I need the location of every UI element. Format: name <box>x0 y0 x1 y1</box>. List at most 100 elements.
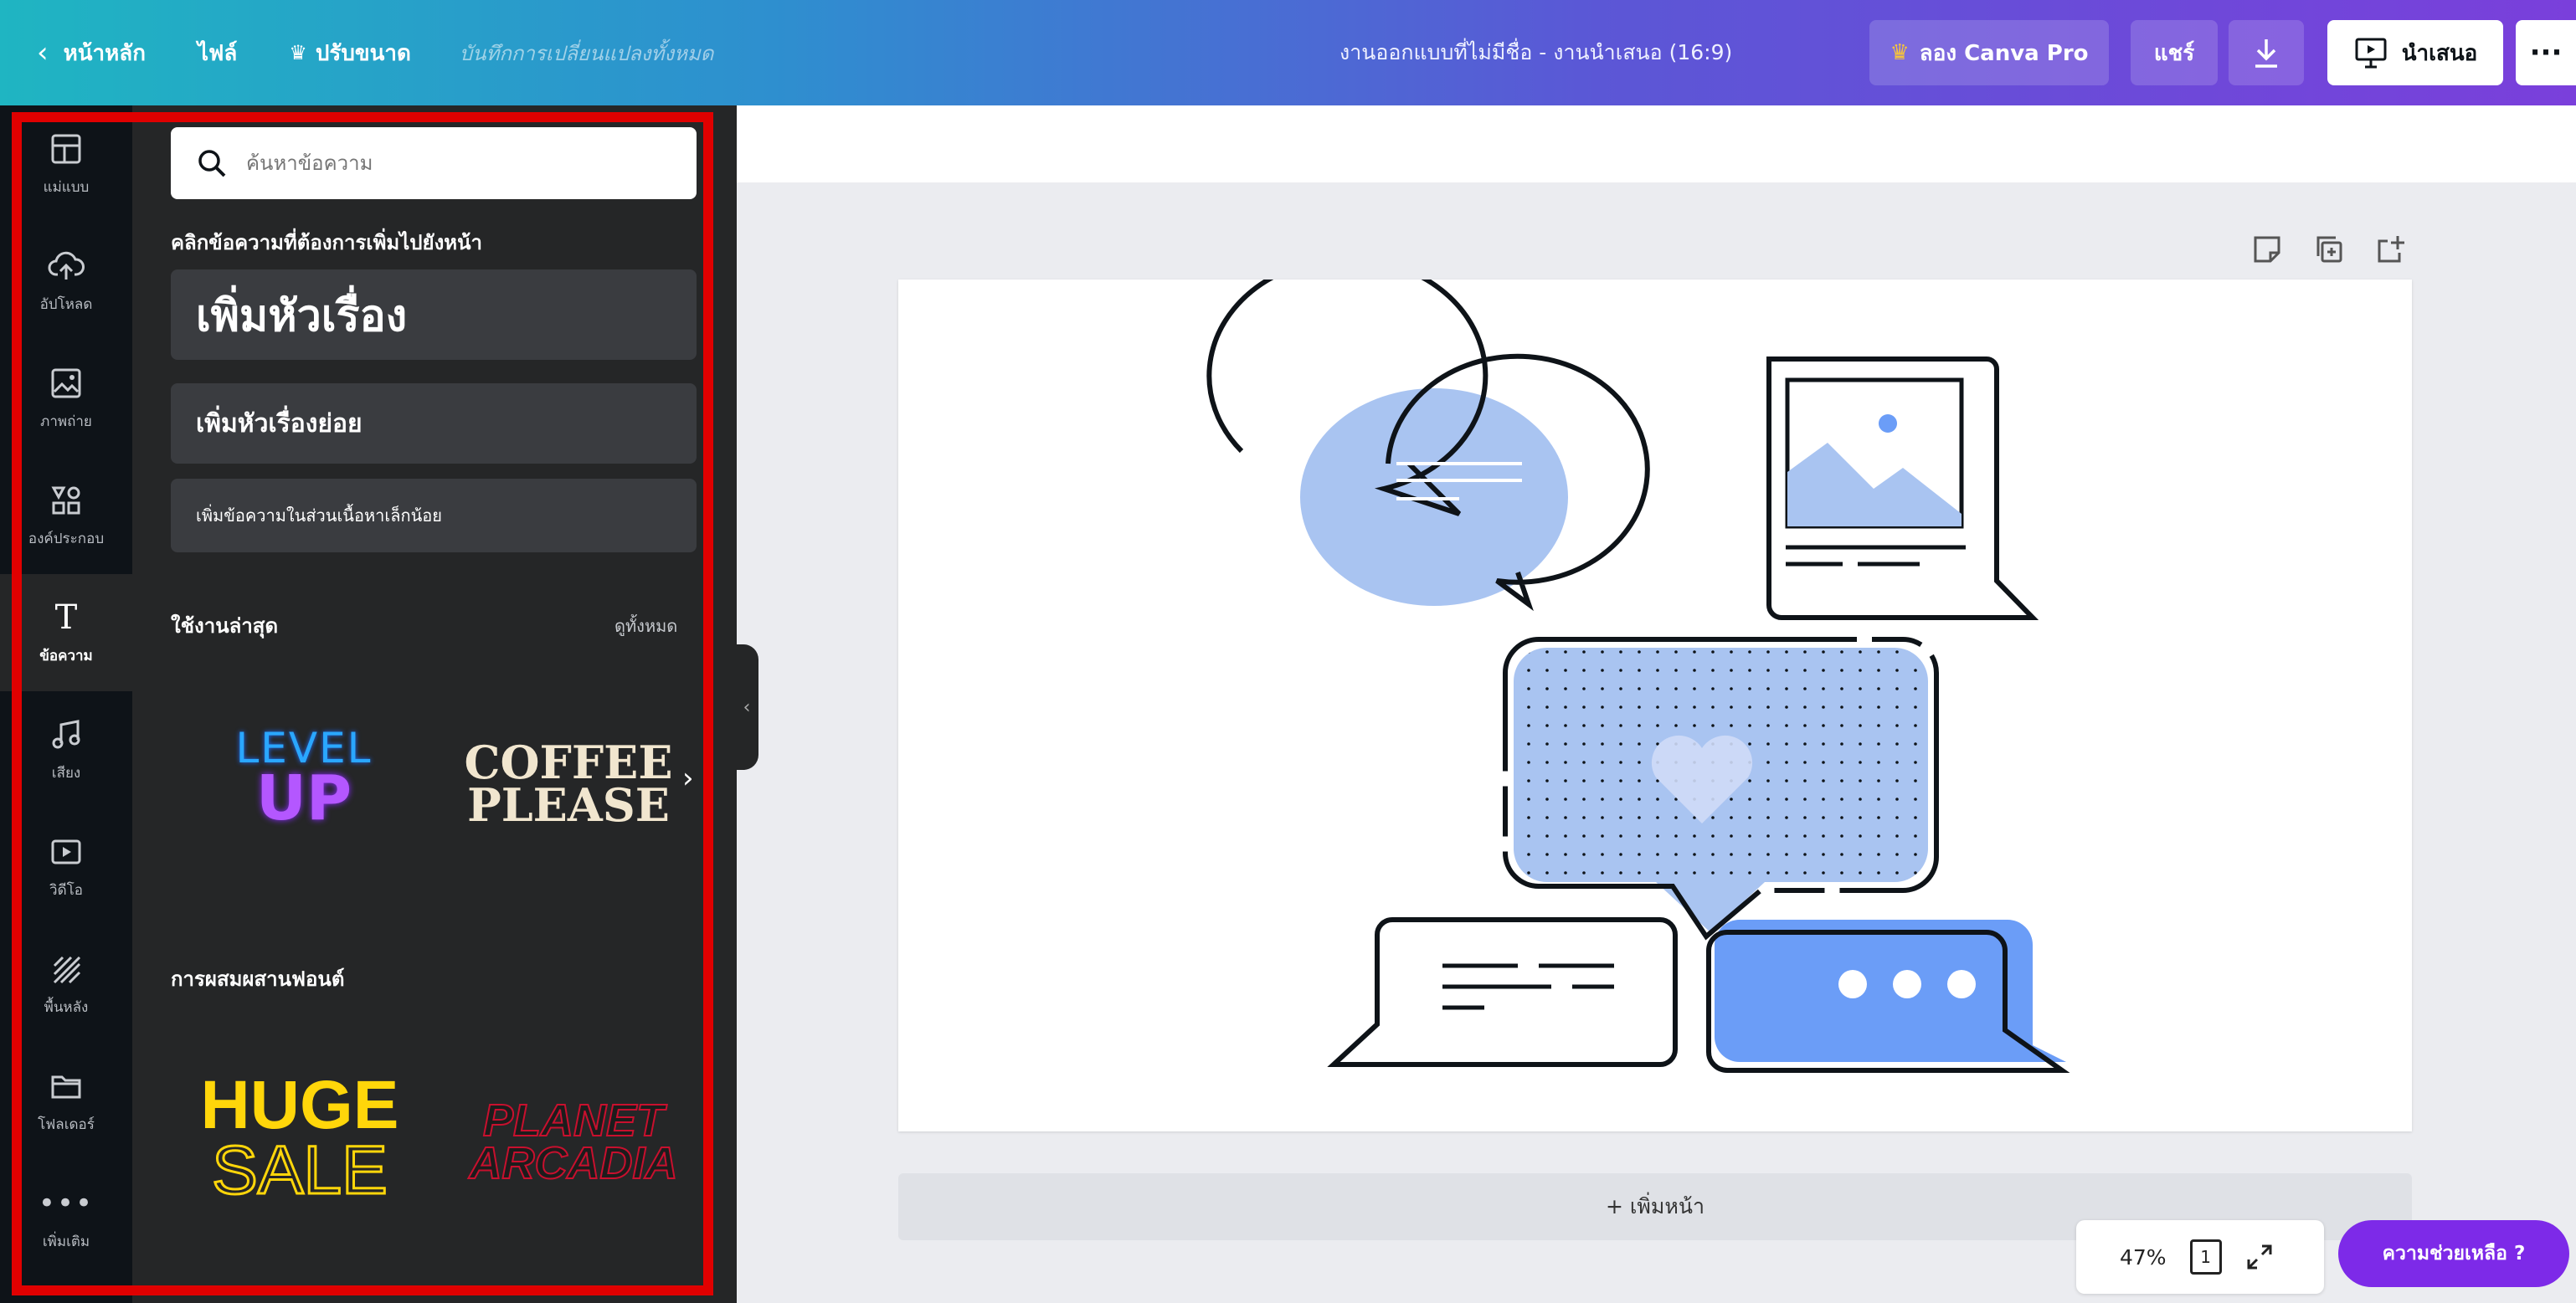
sidebar-item-text[interactable]: T ข้อความ <box>0 574 132 691</box>
arcadia-text: ARCADIA <box>469 1138 679 1188</box>
recent-section-title: ใช้งานล่าสุด <box>171 614 279 638</box>
upload-icon <box>48 248 85 285</box>
up-text: UP <box>255 762 352 834</box>
music-icon <box>48 716 85 753</box>
sidebar-item-elements[interactable]: องค์ประกอบ <box>0 457 132 574</box>
planet-text: PLANET <box>482 1095 665 1146</box>
font-tile-coffee-please[interactable]: COFFEE PLEASE <box>459 730 678 839</box>
sidebar-rail: แม่แบบ อัปโหลด ภาพถ่าย องค์ประกอบ T ข้อค… <box>0 105 132 1303</box>
add-subheading-label: เพิ่มหัวเรื่องย่อย <box>196 408 362 439</box>
try-pro-button[interactable]: ♛ ลอง Canva Pro <box>1869 20 2109 85</box>
sidebar-item-uploads[interactable]: อัปโหลด <box>0 223 132 340</box>
file-label: ไฟล์ <box>197 40 238 66</box>
font-tile-huge-sale[interactable]: HUGE SALE <box>191 1067 409 1208</box>
help-button[interactable]: ความช่วยเหลือ ? <box>2338 1220 2569 1287</box>
text-icon: T <box>54 598 78 637</box>
document-title[interactable]: งานออกแบบที่ไม่มีชื่อ - งานนำเสนอ (16:9) <box>1339 0 1732 105</box>
sidebar-item-label: เพิ่มเติม <box>42 1233 90 1250</box>
sidebar-item-folders[interactable]: โฟลเดอร์ <box>0 1043 132 1160</box>
fullscreen-icon[interactable] <box>2245 1243 2274 1271</box>
sidebar-item-label: องค์ประกอบ <box>28 530 105 547</box>
sidebar-item-audio[interactable]: เสียง <box>0 691 132 808</box>
chevron-right-icon[interactable]: › <box>682 762 694 795</box>
speech-bubble-bottom-left <box>1327 917 1678 1067</box>
zoom-controls: 47% 1 <box>2076 1220 2324 1294</box>
see-all-link[interactable]: ดูทั้งหมด <box>614 613 677 639</box>
duplicate-page-icon[interactable] <box>2314 234 2344 264</box>
page-count-button[interactable]: 1 <box>2189 1239 2222 1275</box>
sidebar-item-templates[interactable]: แม่แบบ <box>0 105 132 223</box>
collapse-panel-handle[interactable]: ‹ <box>735 644 758 770</box>
font-tile-planet-arcadia[interactable]: PLANET ARCADIA <box>469 1088 679 1197</box>
more-dots-icon: ··· <box>2529 36 2563 69</box>
speech-bubble-bottom-right <box>1706 920 2070 1073</box>
search-input[interactable] <box>246 151 681 175</box>
page-tools <box>2252 234 2406 264</box>
crown-icon: ♛ <box>289 41 307 64</box>
more-icon: ••• <box>38 1186 95 1220</box>
sidebar-item-label: ข้อความ <box>39 647 93 664</box>
page-count: 1 <box>2200 1247 2211 1267</box>
sidebar-item-videos[interactable]: วิดีโอ <box>0 808 132 926</box>
sidebar-item-backgrounds[interactable]: พื้นหลัง <box>0 926 132 1043</box>
sidebar-item-label: วิดีโอ <box>49 881 83 899</box>
speech-bubble-middle <box>1503 637 1939 941</box>
background-icon <box>48 951 85 988</box>
add-heading-button[interactable]: เพิ่มหัวเรื่อง <box>171 269 697 360</box>
sale-text: SALE <box>211 1132 389 1208</box>
file-menu[interactable]: ไฟล์ <box>198 0 237 105</box>
speech-bubble-top-left <box>1206 256 1650 612</box>
more-options-button[interactable]: ··· <box>2516 20 2576 85</box>
add-body-text-button[interactable]: เพิ่มข้อความในส่วนเนื้อหาเล็กน้อย <box>171 479 697 552</box>
sidebar-item-label: แม่แบบ <box>43 178 90 196</box>
download-button[interactable] <box>2229 20 2304 85</box>
help-label: ความช่วยเหลือ ? <box>2382 1243 2526 1265</box>
sidebar-item-label: เสียง <box>51 764 81 782</box>
design-page[interactable] <box>898 256 2412 1131</box>
click-hint: คลิกข้อความที่ต้องการเพิ่มไปยังหน้า <box>171 231 483 254</box>
add-heading-label: เพิ่มหัวเรื่อง <box>196 290 408 341</box>
add-subheading-button[interactable]: เพิ่มหัวเรื่องย่อย <box>171 383 697 464</box>
sidebar-item-label: พื้นหลัง <box>44 998 89 1016</box>
search-icon <box>198 150 226 177</box>
home-label: หน้าหลัก <box>63 40 146 66</box>
home-button[interactable]: ‹ หน้าหลัก <box>37 0 146 105</box>
sidebar-item-more[interactable]: ••• เพิ่มเติม <box>0 1160 132 1277</box>
sidebar-item-photos[interactable]: ภาพถ่าย <box>0 340 132 457</box>
add-page-icon[interactable] <box>2376 234 2406 264</box>
crown-icon: ♛ <box>1890 40 1910 65</box>
add-body-label: เพิ่มข้อความในส่วนเนื้อหาเล็กน้อย <box>196 505 442 526</box>
present-icon <box>2355 38 2387 69</box>
save-status: บันทึกการเปลี่ยนแปลงทั้งหมด <box>460 0 713 105</box>
workspace-top-strip <box>737 105 2576 182</box>
elements-icon <box>48 482 85 519</box>
note-icon[interactable] <box>2252 234 2282 264</box>
share-button[interactable]: แชร์ <box>2131 20 2218 85</box>
present-button[interactable]: นำเสนอ <box>2327 20 2503 85</box>
resize-label: ปรับขนาด <box>315 40 411 66</box>
try-pro-label: ลอง Canva Pro <box>1919 40 2089 66</box>
video-icon <box>48 834 85 870</box>
sidebar-item-label: อัปโหลด <box>39 295 93 313</box>
photo-icon <box>48 365 85 402</box>
sidebar-item-label: ภาพถ่าย <box>40 413 92 430</box>
chevron-left-icon: ‹ <box>743 696 751 718</box>
folder-icon <box>48 1068 85 1105</box>
font-combos-title: การผสมผสานฟอนต์ <box>171 967 345 991</box>
text-search-box[interactable] <box>171 127 697 199</box>
share-label: แชร์ <box>2153 40 2195 66</box>
present-label: นำเสนอ <box>2401 40 2478 66</box>
chat-illustration[interactable] <box>898 256 2412 1131</box>
canva-editor: ‹ หน้าหลัก ไฟล์ ♛ ปรับขนาด บันทึกการเปลี… <box>0 0 2576 1303</box>
resize-button[interactable]: ♛ ปรับขนาด <box>289 0 411 105</box>
font-tile-level-up[interactable]: LEVEL UP <box>208 720 400 837</box>
please-text: PLEASE <box>467 778 670 832</box>
download-icon <box>2255 39 2277 68</box>
huge-text: HUGE <box>200 1067 399 1144</box>
add-page-label: + เพิ่มหน้า <box>1605 1194 1704 1218</box>
template-icon <box>48 131 85 167</box>
photo-card <box>1766 357 2039 620</box>
zoom-level[interactable]: 47% <box>2120 1245 2167 1270</box>
chevron-left-icon: ‹ <box>37 36 49 69</box>
document-title-text: งานออกแบบที่ไม่มีชื่อ - งานนำเสนอ (16:9) <box>1339 40 1733 64</box>
